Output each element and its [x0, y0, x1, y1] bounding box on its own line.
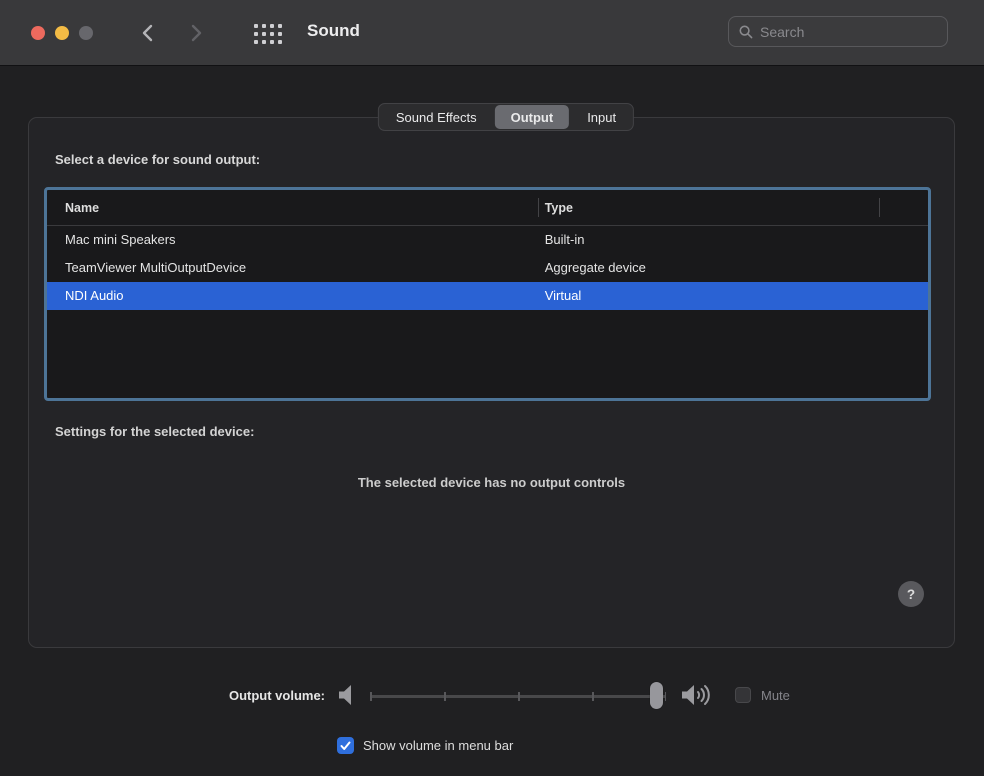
- tab-bar: Sound Effects Output Input: [378, 103, 634, 131]
- slider-tick: [665, 692, 667, 701]
- output-volume-slider[interactable]: [370, 682, 666, 710]
- table-header: Name Type: [47, 190, 928, 226]
- table-row-ndi-audio[interactable]: NDI Audio Virtual: [47, 282, 928, 310]
- cell-type: Virtual: [538, 282, 928, 310]
- slider-thumb[interactable]: [650, 682, 663, 709]
- column-divider: [879, 198, 880, 217]
- mute-checkbox[interactable]: [735, 687, 751, 703]
- mute-label: Mute: [761, 688, 790, 703]
- slider-tick: [370, 692, 372, 701]
- help-button[interactable]: ?: [898, 581, 924, 607]
- table-row-teamviewer[interactable]: TeamViewer MultiOutputDevice Aggregate d…: [47, 254, 928, 282]
- forward-button: [186, 22, 208, 44]
- cell-name: Mac mini Speakers: [47, 226, 538, 254]
- column-header-type[interactable]: Type: [538, 201, 928, 215]
- cell-name: TeamViewer MultiOutputDevice: [47, 254, 538, 282]
- sound-preferences-window: Sound Search Sound Effects Output Input …: [0, 0, 984, 776]
- close-button[interactable]: [31, 26, 45, 40]
- tab-input[interactable]: Input: [571, 105, 632, 129]
- cell-name: NDI Audio: [47, 282, 538, 310]
- zoom-button: [79, 26, 93, 40]
- tab-sound-effects[interactable]: Sound Effects: [380, 105, 493, 129]
- back-button[interactable]: [136, 22, 158, 44]
- minimize-button[interactable]: [55, 26, 69, 40]
- settings-for-device-label: Settings for the selected device:: [55, 424, 254, 439]
- speaker-low-icon: [337, 682, 357, 713]
- no-output-controls-message: The selected device has no output contro…: [28, 475, 955, 490]
- window-title: Sound: [307, 21, 360, 41]
- checkmark-icon: [340, 741, 351, 751]
- show-volume-label: Show volume in menu bar: [363, 738, 513, 753]
- cell-type: Aggregate device: [538, 254, 928, 282]
- title-bar: Sound Search: [0, 0, 984, 66]
- chevron-right-icon: [191, 24, 203, 42]
- tab-output[interactable]: Output: [495, 105, 570, 129]
- output-volume-label: Output volume:: [229, 688, 325, 703]
- cell-type: Built-in: [538, 226, 928, 254]
- search-placeholder: Search: [760, 24, 804, 40]
- select-device-label: Select a device for sound output:: [55, 152, 260, 167]
- column-header-name[interactable]: Name: [47, 201, 538, 215]
- show-all-grid-icon[interactable]: [254, 24, 282, 44]
- column-divider: [538, 198, 539, 217]
- search-field[interactable]: Search: [728, 16, 948, 47]
- chevron-left-icon: [141, 24, 153, 42]
- speaker-high-icon: [681, 682, 715, 713]
- traffic-lights: [31, 26, 93, 40]
- slider-tick: [444, 692, 446, 701]
- slider-tick: [592, 692, 594, 701]
- table-row-mac-mini-speakers[interactable]: Mac mini Speakers Built-in: [47, 226, 928, 254]
- search-icon: [739, 25, 753, 39]
- slider-tick: [518, 692, 520, 701]
- show-volume-checkbox[interactable]: [337, 737, 354, 754]
- output-device-table: Name Type Mac mini Speakers Built-in Tea…: [44, 187, 931, 401]
